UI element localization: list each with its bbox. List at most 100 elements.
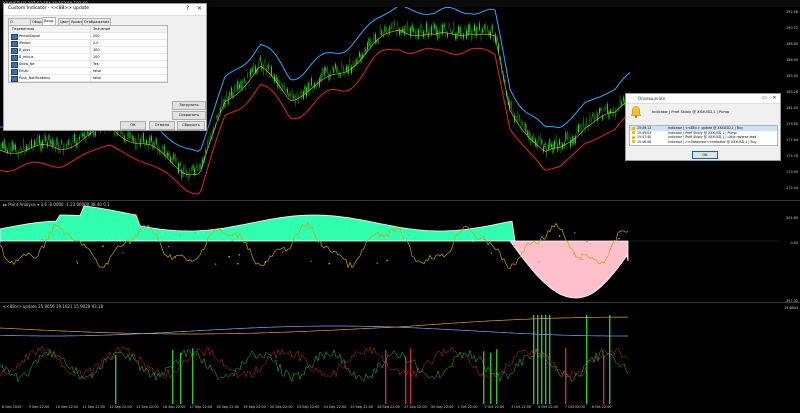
param-row[interactable]: B_minus 200 — [9, 54, 167, 61]
candle-body — [258, 62, 260, 70]
candle-body — [542, 146, 544, 152]
candle-body — [486, 27, 488, 31]
param-value[interactable]: false — [93, 75, 101, 81]
tab-about[interactable]: О программе — [8, 18, 33, 30]
alert-titlebar[interactable]: Оповещения ▭ ✕ — [626, 94, 780, 104]
alert-row[interactable]: 15:46:06 Indicator | >>Dobeolaci<<Indicat… — [630, 140, 777, 145]
signal-dot — [472, 240, 474, 242]
oscillator-chart[interactable] — [0, 201, 800, 301]
alerts-window[interactable]: Оповещения ▭ ✕ Indicator | Profi Sklaly … — [625, 93, 781, 161]
candle-body — [384, 26, 386, 33]
candle-body — [182, 166, 184, 175]
dialog-titlebar[interactable]: Custom Indicator - <<88>> update ? ✕ — [4, 4, 206, 16]
oscillator-pane[interactable]: ▸▸ Point Analysis ▾ 3.6 -0.0000 -1.23 00… — [0, 201, 800, 303]
candle-body — [0, 144, 2, 151]
price-tick: 172.04 — [786, 186, 798, 190]
price-scale[interactable]: 192.56 190.72 188.80 186.90 185.05 183.26 181.… — [780, 7, 800, 200]
candle-body — [43, 134, 45, 139]
indicator-pane[interactable]: <<88>> update 25.9056 19.1021 15.9029 93… — [0, 303, 800, 404]
candle-body — [515, 117, 517, 120]
candle-body — [189, 170, 191, 178]
candle-body — [248, 81, 250, 85]
param-name: B_plus — [19, 48, 31, 52]
candle-body — [53, 142, 55, 146]
alert-ok-button[interactable]: OK — [692, 151, 718, 159]
candle-body — [147, 142, 149, 150]
param-row[interactable]: iPeriod 2.0 — [9, 40, 167, 47]
candle-body — [358, 52, 360, 57]
load-button[interactable]: Загрузить — [172, 101, 206, 110]
signal-dot — [231, 239, 233, 241]
candle-body — [546, 149, 548, 156]
candle-body — [14, 144, 16, 150]
candle-body — [194, 169, 196, 175]
candle-body — [350, 66, 352, 74]
candle-body — [198, 165, 200, 170]
param-value[interactable]: 300 — [93, 47, 99, 53]
candle-body — [600, 108, 602, 111]
param-row[interactable]: Push_Notifications false — [9, 75, 167, 82]
param-row[interactable]: PeriodSignal 200 — [9, 33, 167, 40]
tab-inputs[interactable]: Вход. пара — [42, 17, 57, 29]
time-tick: 27 Sep 22:00 — [404, 405, 427, 409]
candle-body — [518, 115, 520, 121]
minimize-icon[interactable]: ▭ — [760, 94, 769, 102]
candle-body — [166, 153, 168, 157]
signal-dot — [618, 238, 620, 240]
candle-body — [534, 139, 536, 146]
tab-visualization[interactable]: Отображение — [82, 18, 112, 25]
candle-body — [453, 23, 455, 31]
signal-dot — [214, 263, 217, 265]
candle-body — [34, 140, 36, 146]
close-icon[interactable]: ✕ — [770, 94, 779, 102]
ind-scale-top: 19.6843 — [783, 306, 798, 310]
candle-body — [293, 95, 295, 99]
time-tick: 30 Sep 22:00 — [430, 405, 454, 409]
candle-body — [434, 24, 436, 29]
param-name: Email — [19, 69, 29, 73]
reset-button[interactable]: Сбросить — [177, 121, 205, 130]
param-value[interactable]: 200 — [93, 33, 99, 39]
candle-body — [429, 28, 431, 33]
price-tick: 192.56 — [786, 10, 798, 14]
param-row[interactable]: B_plus 300 — [9, 47, 167, 54]
parameters-grid[interactable]: Переменная Значение PeriodSignal 200 iPeri… — [8, 25, 168, 83]
candle-body — [242, 80, 244, 89]
param-row[interactable]: Show_Ne Yes — [9, 61, 167, 68]
time-tick: 23 Sep 22:00 — [296, 405, 320, 409]
candle-body — [405, 25, 407, 32]
ok-button[interactable]: ОК — [120, 121, 146, 130]
help-icon[interactable]: ? — [183, 5, 192, 13]
candle-body — [192, 165, 194, 170]
signal-bar — [549, 315, 551, 404]
time-tick: 18 Sep 22:00 — [216, 405, 240, 409]
negative-area — [509, 240, 629, 299]
candle-body — [550, 144, 552, 148]
alert-history-list[interactable]: 15:49:12 Indicator | <<88>> update @ XXXU… — [629, 125, 778, 146]
signal-bar — [586, 315, 588, 404]
candle-body — [61, 141, 63, 144]
param-value[interactable]: 200 — [93, 54, 99, 60]
candle-body — [250, 70, 252, 77]
indicator-settings-dialog[interactable]: Custom Indicator - <<88>> update ? ✕ О п… — [3, 3, 207, 131]
candle-body — [78, 136, 80, 140]
candle-body — [467, 25, 469, 34]
candle-body — [288, 93, 290, 97]
candle-body — [574, 135, 576, 144]
indicator-chart[interactable] — [0, 303, 800, 404]
save-button[interactable]: Сохранить — [172, 111, 206, 120]
param-value[interactable]: 2.0 — [93, 40, 98, 46]
candle-body — [349, 59, 351, 67]
cancel-button[interactable]: Отмена — [149, 121, 175, 130]
param-value[interactable]: Yes — [93, 61, 98, 67]
price-tick: 183.26 — [786, 90, 798, 94]
close-icon[interactable]: ✕ — [195, 5, 204, 13]
candle-body — [413, 28, 415, 32]
candle-body — [323, 67, 325, 76]
param-row[interactable]: Email false — [9, 68, 167, 75]
candle-body — [283, 84, 285, 89]
signal-dot — [573, 253, 575, 255]
param-value[interactable]: false — [93, 68, 101, 74]
signal-dot — [484, 238, 486, 240]
candle-body — [573, 137, 575, 144]
